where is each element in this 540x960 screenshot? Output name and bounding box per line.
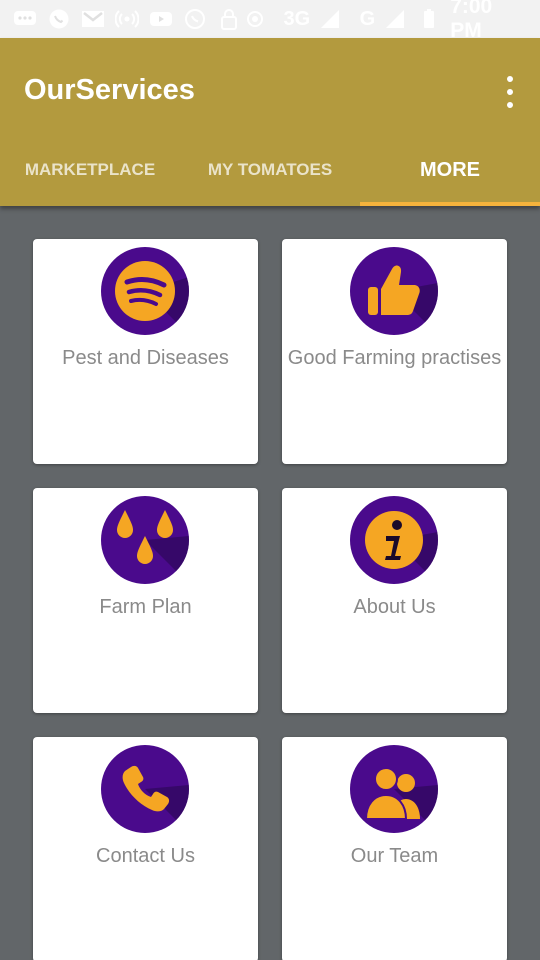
- youtube-icon: [148, 8, 174, 30]
- more-vert-icon[interactable]: [502, 76, 518, 108]
- status-bar: 3G G 7:00 PM: [0, 0, 540, 42]
- status-icons: [12, 8, 242, 30]
- lock-icon: [216, 8, 242, 30]
- team-icon: [350, 745, 438, 833]
- card-label: About Us: [353, 596, 436, 618]
- card-about-us[interactable]: About Us: [282, 488, 507, 713]
- spotify-icon: [101, 247, 189, 335]
- network-type: 3G: [283, 7, 311, 30]
- tab-more[interactable]: MORE: [360, 134, 540, 206]
- phone-icon: [101, 745, 189, 833]
- tab-marketplace[interactable]: MARKETPLACE: [0, 134, 180, 206]
- signal-icon: [383, 8, 408, 30]
- card-pest-and-diseases[interactable]: Pest and Diseases: [33, 239, 258, 464]
- battery-icon: [417, 8, 442, 30]
- gmail-icon: [80, 8, 106, 30]
- tab-bar: MARKETPLACE MY TOMATOES MORE: [0, 134, 540, 206]
- whatsapp-icon: [182, 8, 208, 30]
- card-label: Good Farming practises: [287, 347, 502, 369]
- card-farm-plan[interactable]: Farm Plan: [33, 488, 258, 713]
- location-icon: [242, 8, 267, 30]
- card-label: Pest and Diseases: [62, 347, 229, 369]
- message-icon: [12, 8, 38, 30]
- signal-icon: [318, 8, 343, 30]
- hotspot-icon: [114, 8, 140, 30]
- drops-icon: [101, 496, 189, 584]
- card-label: Contact Us: [96, 845, 195, 867]
- carrier-letter: G: [359, 7, 376, 30]
- card-our-team[interactable]: Our Team: [282, 737, 507, 960]
- card-label: Farm Plan: [99, 596, 192, 618]
- status-time: 7:00 PM: [450, 0, 493, 42]
- app-bar: OurServices MARKETPLACE MY TOMATOES MORE: [0, 38, 540, 206]
- card-contact-us[interactable]: Contact Us: [33, 737, 258, 960]
- card-label: Our Team: [350, 845, 439, 867]
- info-icon: [350, 496, 438, 584]
- tab-my-tomatoes[interactable]: MY TOMATOES: [180, 134, 360, 206]
- app-title: OurServices: [24, 74, 195, 106]
- card-good-farming-practises[interactable]: Good Farming practises: [282, 239, 507, 464]
- whatsapp-icon: [46, 8, 72, 30]
- thumbs-up-icon: [350, 247, 438, 335]
- status-right: 3G G 7:00 PM: [242, 0, 528, 43]
